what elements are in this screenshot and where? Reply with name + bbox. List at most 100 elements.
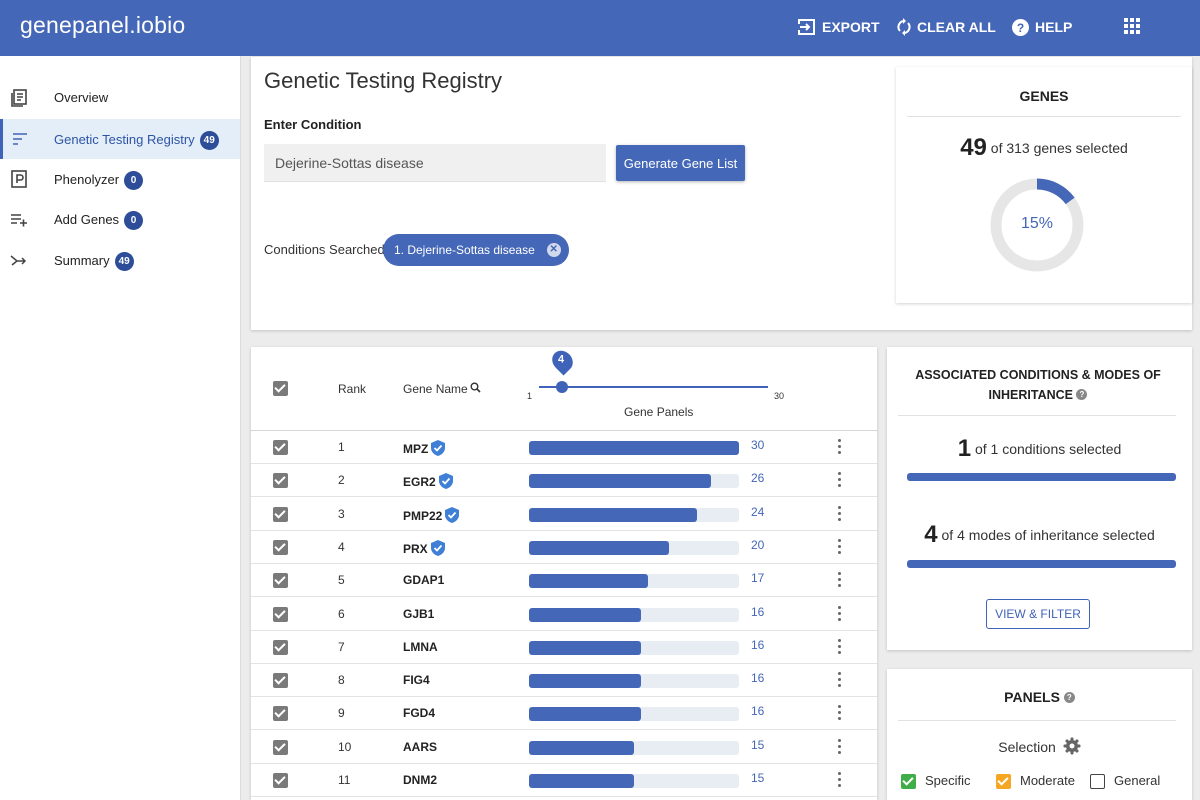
gene-checkbox[interactable] bbox=[273, 606, 288, 622]
clear-all-button[interactable]: CLEAR ALL bbox=[897, 17, 996, 37]
close-icon[interactable]: ✕ bbox=[546, 243, 561, 257]
table-row[interactable]: 5 GDAP1 17 bbox=[251, 564, 877, 598]
more-vert-icon[interactable] bbox=[838, 505, 842, 523]
table-row[interactable]: 6 GJB1 16 bbox=[251, 598, 877, 631]
gene-panels-bar-track bbox=[529, 607, 739, 622]
help-icon[interactable]: ? bbox=[1076, 389, 1088, 400]
gene-panels-bar bbox=[529, 640, 641, 655]
gene-name-cell[interactable]: PMP22 bbox=[403, 506, 460, 523]
search-icon[interactable] bbox=[470, 382, 481, 393]
merge-arrow-icon bbox=[10, 255, 27, 266]
gear-icon[interactable] bbox=[1063, 737, 1081, 755]
gene-checkbox[interactable] bbox=[273, 639, 288, 655]
playlist-add-icon bbox=[11, 214, 27, 227]
more-vert-icon[interactable] bbox=[838, 605, 842, 623]
specific-checkbox[interactable] bbox=[901, 774, 916, 789]
sidebar-item-genetic-testing-registry[interactable]: Genetic Testing Registry 49 bbox=[0, 119, 240, 159]
table-row[interactable]: 10 AARS 15 bbox=[251, 731, 877, 764]
gene-checkbox[interactable] bbox=[273, 573, 288, 589]
select-all-checkbox[interactable] bbox=[273, 381, 288, 396]
table-row[interactable]: 1 MPZ 30 bbox=[251, 431, 877, 464]
general-checkbox[interactable] bbox=[1090, 774, 1105, 789]
gene-checkbox[interactable] bbox=[273, 440, 288, 455]
panel-selection-row: Selection bbox=[887, 737, 1192, 755]
gene-panels-bar-track bbox=[529, 441, 739, 455]
gene-checkbox[interactable] bbox=[273, 773, 288, 788]
condition-input[interactable] bbox=[264, 144, 606, 182]
table-row[interactable]: 8 FIG4 16 bbox=[251, 664, 877, 698]
gene-checkbox[interactable] bbox=[273, 739, 288, 755]
modes-progress-bar bbox=[907, 560, 1176, 568]
table-row[interactable]: 11 DNM2 15 bbox=[251, 764, 877, 797]
gene-checkbox[interactable] bbox=[273, 673, 288, 689]
help-icon[interactable]: ? bbox=[1063, 692, 1075, 703]
more-vert-icon[interactable] bbox=[838, 738, 842, 756]
sidebar-item-summary[interactable]: Summary 49 bbox=[0, 240, 240, 280]
gene-panels-bar bbox=[529, 441, 739, 455]
more-vert-icon[interactable] bbox=[838, 472, 842, 489]
gene-panels-header: Gene Panels bbox=[624, 405, 694, 419]
gene-name: EGR2 bbox=[403, 475, 436, 490]
table-row[interactable]: 9 FGD4 16 bbox=[251, 697, 877, 731]
gene-panels-bar bbox=[529, 507, 697, 522]
sidebar-item-phenolyzer[interactable]: Phenolyzer 0 bbox=[0, 159, 240, 199]
gene-name-cell[interactable]: PRX bbox=[403, 539, 445, 556]
verified-shield-icon bbox=[445, 506, 460, 523]
gene-panels-slider-track[interactable] bbox=[539, 386, 768, 388]
table-row[interactable]: 2 EGR2 26 bbox=[251, 464, 877, 498]
gene-name-cell[interactable]: DNM2 bbox=[403, 773, 437, 787]
gene-panels-count: 16 bbox=[751, 671, 765, 686]
export-button[interactable]: EXPORT bbox=[798, 17, 880, 37]
table-row[interactable]: 3 PMP22 24 bbox=[251, 498, 877, 531]
rank-cell: 4 bbox=[338, 539, 345, 554]
more-vert-icon[interactable] bbox=[838, 572, 842, 589]
more-vert-icon[interactable] bbox=[838, 538, 842, 556]
generate-gene-list-button[interactable]: Generate Gene List bbox=[616, 145, 745, 181]
sidebar-item-add-genes[interactable]: Add Genes 0 bbox=[0, 199, 240, 239]
gene-name-cell[interactable]: FGD4 bbox=[403, 706, 435, 720]
moderate-checkbox[interactable] bbox=[996, 774, 1011, 789]
gene-name-cell[interactable]: MPZ bbox=[403, 440, 446, 456]
clear-all-label: CLEAR ALL bbox=[917, 19, 996, 35]
gene-panels-count: 24 bbox=[751, 504, 765, 519]
genes-selected-summary: 49 of 313 genes selected bbox=[896, 134, 1192, 162]
gene-checkbox[interactable] bbox=[273, 706, 288, 722]
condition-chip[interactable]: 1. Dejerine-Sottas disease ✕ bbox=[383, 234, 569, 266]
top-app-bar: genepanel.iobio EXPORT CLEAR ALL ? HELP bbox=[0, 0, 1200, 56]
gene-name-header[interactable]: Gene Name bbox=[403, 382, 468, 396]
more-vert-icon[interactable] bbox=[838, 772, 842, 789]
rank-cell: 6 bbox=[338, 606, 345, 621]
panels-title: PANELS ? bbox=[887, 689, 1192, 705]
gene-name-cell[interactable]: EGR2 bbox=[403, 473, 453, 490]
genes-selected-count: 49 bbox=[960, 134, 987, 161]
table-row[interactable]: 4 PRX 20 bbox=[251, 531, 877, 564]
gene-name-cell[interactable]: FIG4 bbox=[403, 673, 430, 687]
help-button[interactable]: ? HELP bbox=[1012, 17, 1072, 37]
gene-checkbox[interactable] bbox=[273, 539, 288, 555]
app-title[interactable]: genepanel.iobio bbox=[20, 12, 185, 39]
gene-name-cell[interactable]: GDAP1 bbox=[403, 573, 444, 587]
more-vert-icon[interactable] bbox=[838, 439, 842, 456]
gene-name-cell[interactable]: GJB1 bbox=[403, 607, 434, 621]
more-vert-icon[interactable] bbox=[838, 672, 842, 689]
table-row[interactable]: 7 LMNA 16 bbox=[251, 631, 877, 664]
gene-panels-bar bbox=[529, 540, 669, 555]
more-vert-icon[interactable] bbox=[838, 705, 842, 722]
gene-checkbox[interactable] bbox=[273, 506, 288, 522]
view-filter-button[interactable]: VIEW & FILTER bbox=[986, 599, 1090, 629]
gene-name-cell[interactable]: AARS bbox=[403, 740, 437, 754]
p-box-icon bbox=[11, 170, 27, 188]
gene-name-cell[interactable]: LMNA bbox=[403, 640, 438, 654]
gene-panels-bar bbox=[529, 774, 634, 788]
gene-name: LMNA bbox=[403, 639, 438, 654]
count-badge: 49 bbox=[199, 131, 219, 150]
apps-grid-icon[interactable] bbox=[1124, 18, 1140, 34]
gene-panels-slider-thumb[interactable] bbox=[556, 381, 568, 393]
conditions-selected-summary: 1 of 1 conditions selected bbox=[887, 435, 1192, 463]
rank-cell: 2 bbox=[338, 473, 345, 488]
more-vert-icon[interactable] bbox=[838, 638, 842, 656]
conditions-selected-count: 1 bbox=[957, 435, 972, 462]
sidebar-item-overview[interactable]: Overview bbox=[0, 78, 240, 118]
gene-name: AARS bbox=[403, 739, 438, 754]
gene-checkbox[interactable] bbox=[273, 473, 288, 489]
